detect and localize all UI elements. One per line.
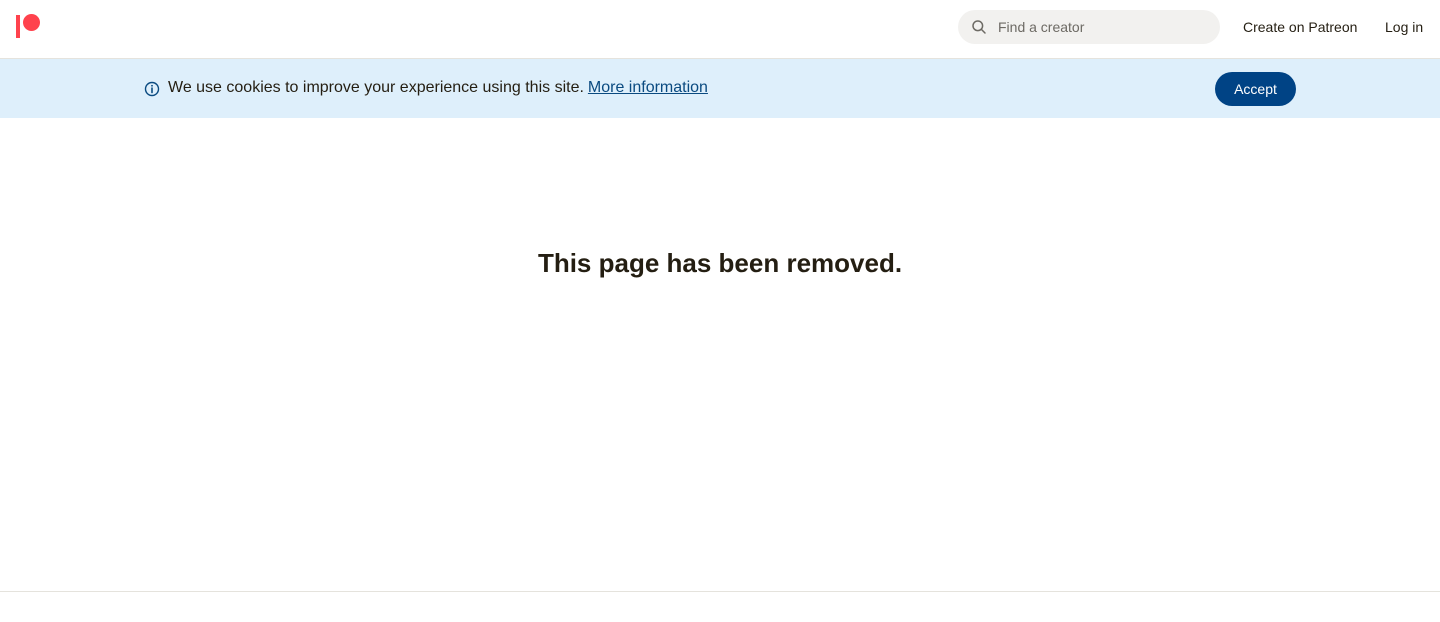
cookie-message-text: We use cookies to improve your experienc… [168, 79, 584, 96]
logo-bar [16, 15, 20, 38]
cookie-message: We use cookies to improve your experienc… [168, 78, 708, 98]
login-link[interactable]: Log in [1385, 18, 1423, 36]
page-title: This page has been removed. [537, 248, 903, 278]
search-input[interactable] [998, 10, 1208, 44]
patreon-logo-icon[interactable] [16, 14, 42, 38]
cookie-banner: We use cookies to improve your experienc… [0, 59, 1440, 118]
info-icon [144, 81, 160, 97]
site-header: Create on Patreon Log in [0, 0, 1440, 59]
accept-cookies-button[interactable]: Accept [1215, 72, 1296, 106]
create-on-patreon-link[interactable]: Create on Patreon [1243, 18, 1357, 36]
logo-dot [23, 14, 40, 31]
footer-divider [0, 591, 1440, 592]
search-box[interactable] [958, 10, 1220, 44]
more-information-link[interactable]: More information [588, 79, 708, 96]
search-icon [972, 20, 986, 34]
